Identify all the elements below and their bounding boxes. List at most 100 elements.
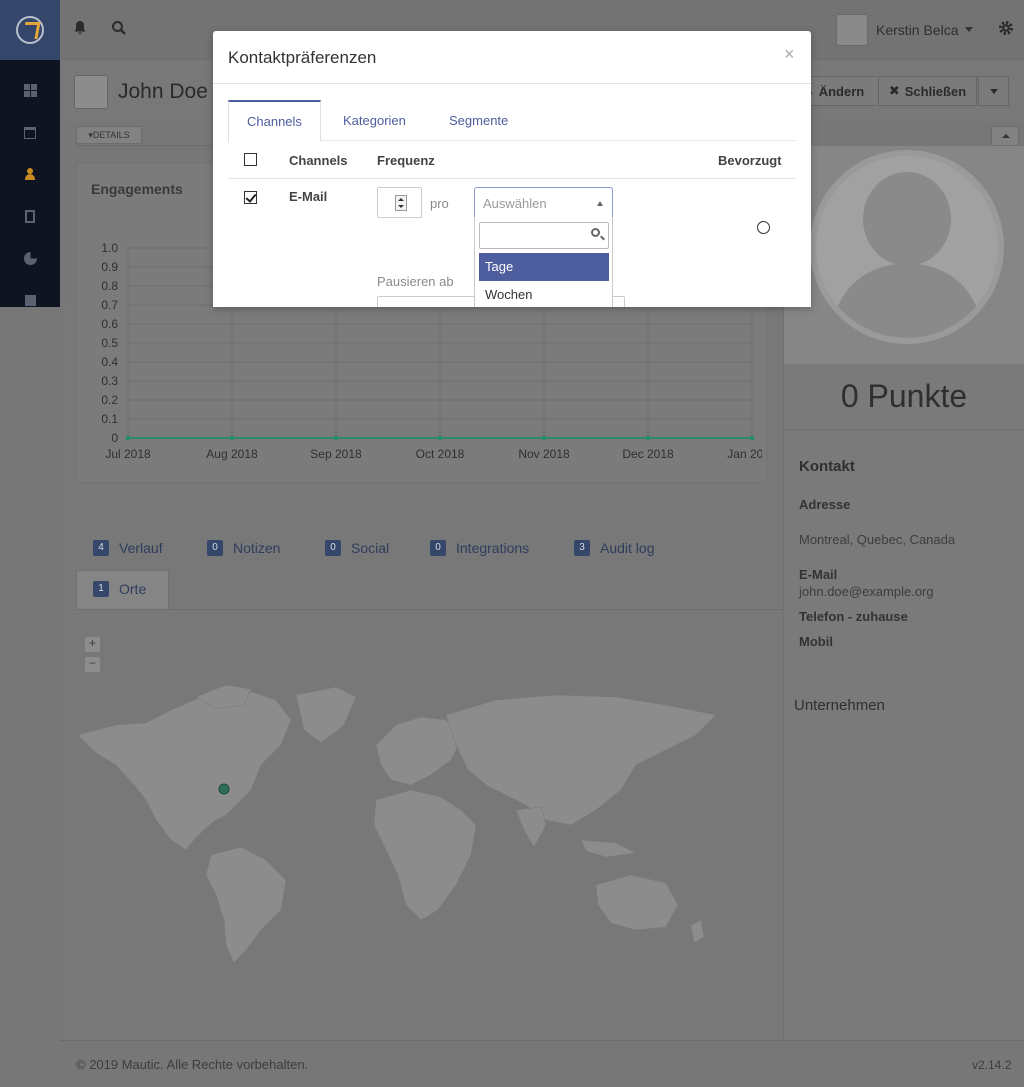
contact-preferences-modal: Kontaktpräferenzen × Channels Kategorien…: [213, 31, 811, 307]
tab-integrations[interactable]: 0 Integrations: [430, 540, 529, 556]
y-tick-label: 0: [111, 431, 118, 445]
x-tick-label: Dec 2018: [622, 447, 674, 461]
pause-until-input[interactable]: [613, 296, 625, 307]
x-tick-label: Oct 2018: [416, 447, 465, 461]
contact-photo: [784, 146, 1024, 364]
frequency-unit-select[interactable]: Auswählen: [474, 187, 613, 218]
chevron-down-icon[interactable]: [965, 27, 973, 32]
data-point: [125, 435, 131, 441]
modal-divider: [213, 83, 811, 84]
company-title: Unternehmen: [794, 697, 885, 714]
phone-home-label: Telefon - zuhause: [799, 609, 908, 624]
y-tick-label: 0.8: [101, 279, 118, 293]
col-preferred: Bevorzugt: [718, 153, 782, 168]
close-contact-button[interactable]: ✖ Schließen: [878, 76, 977, 106]
sidebar: [0, 0, 60, 307]
location-marker[interactable]: [218, 783, 230, 795]
search-icon: [591, 228, 600, 237]
points-display: 0 Punkte: [784, 364, 1024, 430]
footer-copyright: © 2019 Mautic. Alle Rechte vorbehalten.: [76, 1057, 309, 1072]
y-tick-label: 0.5: [101, 336, 118, 350]
tab-segmente[interactable]: Segmente: [431, 100, 526, 141]
contact-avatar: [74, 75, 108, 109]
address-value: Montreal, Quebec, Canada: [799, 532, 956, 547]
dashboard-icon[interactable]: [0, 80, 60, 100]
x-tick-label: Sep 2018: [310, 447, 362, 461]
modal-title: Kontaktpräferenzen: [228, 48, 377, 67]
x-tick-label: Jul 2018: [105, 447, 151, 461]
preferred-radio[interactable]: [757, 221, 770, 234]
details-toggle[interactable]: ▾ DETAILS: [76, 126, 142, 144]
data-point: [229, 435, 235, 441]
tab-orte[interactable]: 1 Orte: [93, 581, 146, 597]
col-frequency: Frequenz: [377, 153, 435, 168]
pause-from-label: Pausieren ab: [377, 274, 454, 289]
more-actions-button[interactable]: [978, 76, 1009, 106]
option-tage[interactable]: Tage: [479, 253, 609, 281]
email-channel-checkbox[interactable]: [244, 191, 257, 204]
data-point: [541, 435, 547, 441]
gear-icon[interactable]: [998, 20, 1014, 41]
email-label: E-Mail: [799, 567, 838, 582]
email-value: john.doe@example.org: [799, 584, 934, 599]
y-tick-label: 0.6: [101, 317, 118, 331]
y-tick-label: 0.2: [101, 393, 118, 407]
mobile-label: Mobil: [799, 634, 833, 649]
y-tick-label: 0.7: [101, 298, 118, 312]
engagements-title: Engagements: [91, 181, 183, 197]
close-icon[interactable]: ×: [784, 44, 795, 65]
bell-icon[interactable]: [72, 20, 88, 41]
col-channels: Channels: [289, 153, 348, 168]
per-label: pro: [430, 196, 449, 211]
tab-channels[interactable]: Channels: [228, 100, 321, 142]
frequency-stepper[interactable]: [377, 187, 422, 218]
tab-social[interactable]: 0 Social: [325, 540, 389, 556]
tab-notizen[interactable]: 0 Notizen: [207, 540, 280, 556]
mautic-logo[interactable]: [0, 0, 60, 60]
collapse-button[interactable]: [991, 126, 1019, 146]
select-all-checkbox[interactable]: [244, 153, 257, 166]
y-tick-label: 0.1: [101, 412, 118, 426]
modal-tabs: Channels Kategorien Segmente: [228, 100, 796, 142]
select-placeholder: Auswählen: [483, 196, 547, 211]
contacts-icon[interactable]: [0, 164, 60, 184]
channel-row-email: E-Mail pro Auswählen Pausieren ab Tage W…: [228, 180, 796, 307]
contact-section: Kontakt: [799, 458, 1019, 475]
page-title: John Doe: [118, 80, 208, 103]
chevron-up-icon: [597, 201, 603, 206]
y-tick-label: 1.0: [101, 241, 118, 255]
x-tick-label: Jan 2019: [727, 447, 762, 461]
option-wochen[interactable]: Wochen: [479, 281, 609, 307]
search-icon[interactable]: [111, 20, 127, 41]
y-tick-label: 0.9: [101, 260, 118, 274]
pie-chart-icon[interactable]: [0, 248, 60, 268]
puzzle-icon[interactable]: [0, 290, 60, 307]
tab-kategorien[interactable]: Kategorien: [325, 100, 424, 141]
calendar-icon[interactable]: [0, 123, 60, 143]
data-point: [333, 435, 339, 441]
tab-verlauf[interactable]: 4 Verlauf: [93, 540, 163, 556]
channel-name: E-Mail: [289, 189, 328, 204]
x-tick-label: Aug 2018: [206, 447, 258, 461]
channels-table-header: Channels Frequenz Bevorzugt: [228, 141, 796, 179]
user-avatar[interactable]: [836, 14, 868, 46]
chevron-down-icon: [989, 88, 998, 94]
user-name[interactable]: Kerstin Belca: [876, 22, 958, 38]
y-tick-label: 0.3: [101, 374, 118, 388]
unit-dropdown: Tage Wochen: [474, 217, 613, 307]
data-point: [749, 435, 755, 441]
tab-audit-log[interactable]: 3 Audit log: [574, 540, 654, 556]
tabs-divider: [76, 609, 783, 610]
building-icon[interactable]: [0, 206, 60, 226]
close-icon: ✖: [888, 83, 900, 98]
data-point: [645, 435, 651, 441]
spinner-icon[interactable]: [395, 195, 407, 211]
data-point: [437, 435, 443, 441]
x-tick-label: Nov 2018: [518, 447, 570, 461]
contact-section-title: Kontakt: [799, 458, 855, 475]
dropdown-search-input[interactable]: [479, 222, 609, 249]
footer-version: v2.14.2: [972, 1058, 1012, 1072]
y-tick-label: 0.4: [101, 355, 118, 369]
address-label: Adresse: [799, 497, 851, 512]
world-map[interactable]: [76, 625, 776, 985]
